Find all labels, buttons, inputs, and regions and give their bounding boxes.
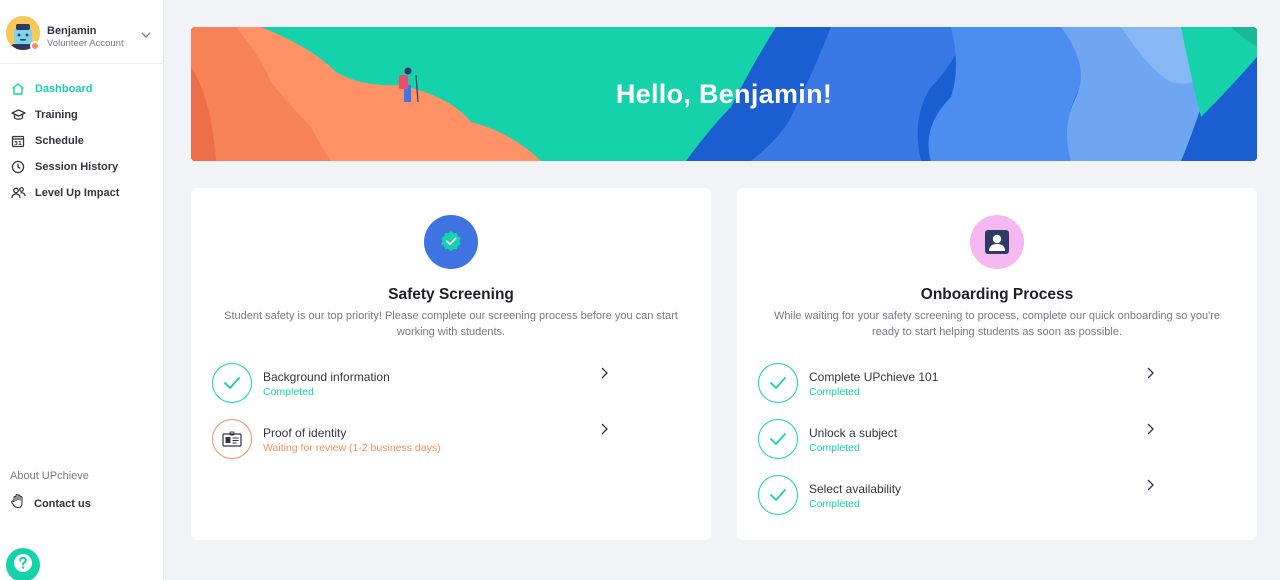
sidebar-item-label: Session History	[35, 161, 119, 173]
profile-menu[interactable]: Benjamin Volunteer Account	[0, 0, 164, 64]
chevron-right-icon	[601, 367, 608, 379]
step-status: Completed	[263, 386, 314, 398]
sidebar-item-label: Level Up Impact	[35, 187, 120, 199]
svg-text:31: 31	[14, 141, 22, 147]
chevron-down-icon[interactable]	[140, 30, 152, 40]
step-unlock-a-subject[interactable]: Unlock a subject Completed	[757, 419, 1157, 463]
question-mark-icon	[12, 552, 34, 579]
card-description: Student safety is our top priority! Plea…	[224, 310, 678, 338]
step-background-information[interactable]: Background information Completed	[211, 363, 611, 407]
step-title: Background information	[263, 370, 390, 384]
card-description: While waiting for your safety screening …	[774, 310, 1220, 338]
sidebar-item-level-up-impact[interactable]: Level Up Impact	[0, 180, 164, 206]
step-title: Complete UPchieve 101	[809, 370, 939, 384]
contact-label: Contact us	[34, 497, 91, 510]
check-icon	[758, 419, 798, 459]
sidebar-item-label: Schedule	[35, 135, 84, 147]
sidebar-item-schedule[interactable]: 31 Schedule	[0, 128, 164, 154]
step-title: Select availability	[809, 482, 902, 496]
id-card-icon	[212, 419, 252, 459]
check-icon	[758, 475, 798, 515]
graduation-cap-icon	[10, 107, 26, 123]
chevron-right-icon	[1147, 367, 1154, 379]
onboarding-process-card: Onboarding Process While waiting for you…	[737, 188, 1257, 540]
people-icon	[10, 185, 26, 201]
step-complete-upchieve-101[interactable]: Complete UPchieve 101 Completed	[757, 363, 1157, 407]
sidebar-item-label: Dashboard	[35, 83, 93, 95]
welcome-banner: Hello, Benjamin!	[191, 27, 1257, 161]
card-title: Onboarding Process	[920, 286, 1074, 303]
step-status: Completed	[809, 442, 860, 454]
waving-hand-icon	[10, 493, 26, 514]
safety-screening-card: Safety Screening Student safety is our t…	[191, 188, 711, 540]
step-status: Completed	[809, 386, 860, 398]
step-status: Waiting for review (1-2 business days)	[263, 442, 441, 454]
step-select-availability[interactable]: Select availability Completed	[757, 475, 1157, 519]
clock-icon	[10, 159, 26, 175]
check-icon	[212, 363, 252, 403]
home-icon	[10, 81, 26, 97]
sidebar-nav: Dashboard Training 31 Schedule Session H…	[0, 76, 164, 206]
chevron-right-icon	[1147, 423, 1154, 435]
status-indicator	[30, 41, 40, 51]
profile-role: Volunteer Account	[47, 38, 124, 49]
step-proof-of-identity[interactable]: Proof of identity Waiting for review (1-…	[211, 419, 611, 463]
step-title: Proof of identity	[263, 426, 347, 440]
help-button[interactable]	[6, 548, 40, 580]
step-title: Unlock a subject	[809, 426, 898, 440]
sidebar: Benjamin Volunteer Account Dashboard Tra…	[0, 0, 164, 580]
contact-link[interactable]: Contact us	[10, 493, 91, 514]
chevron-right-icon	[1147, 479, 1154, 491]
sidebar-item-training[interactable]: Training	[0, 102, 164, 128]
sidebar-item-dashboard[interactable]: Dashboard	[0, 76, 164, 102]
banner-title: Hello, Benjamin!	[615, 78, 833, 109]
sidebar-item-label: Training	[35, 109, 78, 121]
about-link[interactable]: About UPchieve	[10, 470, 89, 482]
calendar-icon: 31	[10, 133, 26, 149]
profile-name: Benjamin	[47, 25, 97, 37]
verified-badge-icon	[424, 215, 478, 269]
sidebar-item-session-history[interactable]: Session History	[0, 154, 164, 180]
check-icon	[758, 363, 798, 403]
chevron-right-icon	[601, 423, 608, 435]
step-status: Completed	[809, 498, 860, 510]
card-title: Safety Screening	[388, 286, 514, 303]
user-profile-icon	[970, 215, 1024, 269]
